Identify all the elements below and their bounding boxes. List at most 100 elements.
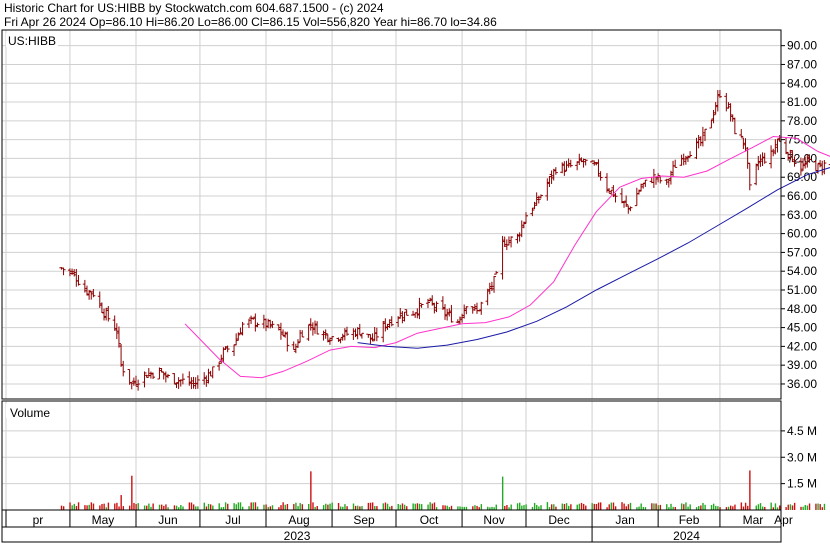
axis-frame: [1, 509, 782, 543]
volume-bar: [621, 502, 623, 510]
volume-bar: [710, 504, 713, 510]
volume-bar: [337, 503, 340, 510]
price-tick-label: 63.00: [787, 208, 817, 222]
volume-bar: [118, 506, 120, 510]
volume-bar: [143, 505, 146, 510]
month-tick-label: Jun: [158, 513, 177, 527]
volume-bar: [480, 504, 483, 510]
volume-bar: [608, 504, 610, 510]
volume-bar: [412, 503, 414, 510]
price-tick-label: 81.00: [787, 95, 817, 109]
volume-bar: [815, 503, 817, 510]
volume-tick-label: 4.5 M: [787, 424, 817, 438]
volume-bar: [683, 504, 685, 510]
volume-bar: [271, 505, 274, 510]
volume-bar: [192, 504, 195, 510]
volume-bar: [504, 505, 506, 510]
volume-bar: [823, 503, 826, 510]
volume-bar: [429, 502, 431, 510]
volume-bar: [787, 504, 789, 510]
volume-bar: [75, 506, 78, 510]
volume-bar: [444, 505, 446, 510]
volume-bar: [227, 503, 229, 510]
price-tick-label: 60.00: [787, 227, 817, 241]
volume-bar: [808, 503, 811, 510]
volume-bar: [747, 505, 749, 510]
volume-bar: [250, 502, 252, 510]
month-tick-label: Aug: [288, 513, 309, 527]
volume-bar: [755, 505, 757, 510]
volume-bar: [740, 502, 743, 510]
volume-bar: [354, 505, 357, 510]
volume-bar: [459, 506, 461, 510]
volume-bar: [521, 505, 523, 510]
volume-bar: [536, 504, 538, 510]
volume-bar: [308, 503, 310, 510]
volume-bar: [742, 506, 745, 510]
volume-bar: [325, 503, 327, 510]
volume-bar: [188, 502, 191, 510]
volume-bar: [685, 502, 687, 510]
volume-bar: [770, 502, 772, 510]
volume-bar: [578, 503, 581, 510]
volume-bar: [546, 502, 549, 510]
volume-bar: [293, 504, 295, 510]
volume-bar: [510, 504, 512, 510]
volume-bar: [659, 504, 662, 510]
price-tick-label: 84.00: [787, 76, 817, 90]
volume-bar: [712, 503, 715, 510]
volume-bar: [265, 504, 267, 510]
volume-bar: [614, 506, 617, 510]
volume-bar: [331, 502, 333, 510]
volume-bar: [382, 503, 385, 510]
volume-bar: [339, 506, 342, 510]
volume-bar: [582, 503, 585, 510]
volume-bar: [239, 502, 242, 510]
volume-bar: [680, 503, 683, 510]
volume-bar: [406, 506, 408, 510]
volume-bar: [120, 495, 122, 510]
volume-bar: [86, 505, 88, 510]
volume-bar: [653, 503, 655, 510]
volume-bar: [88, 504, 90, 510]
volume-bar: [533, 502, 536, 510]
volume-bar: [212, 505, 214, 510]
volume-bar: [131, 475, 133, 510]
volume-bar: [757, 504, 760, 510]
volume-bar: [359, 506, 361, 510]
volume-bar: [793, 502, 796, 510]
volume-bar: [203, 502, 205, 510]
volume-bar: [401, 503, 404, 510]
volume-bar: [152, 503, 154, 510]
price-tick-label: 36.00: [787, 377, 817, 391]
volume-bar: [197, 506, 199, 510]
volume-bar: [133, 502, 135, 510]
volume-bar: [749, 470, 751, 510]
volume-tick-label: 1.5 M: [787, 477, 817, 491]
volume-bar: [523, 505, 525, 510]
volume-bar: [576, 504, 578, 510]
volume-bar: [173, 505, 176, 510]
month-tick-label: pr: [33, 513, 44, 527]
volume-bar: [806, 505, 809, 510]
volume-panel-bg: [2, 401, 781, 510]
volume-bar: [73, 503, 75, 510]
volume-bar: [651, 503, 653, 510]
volume-bar: [297, 506, 299, 510]
month-tick-label: Sep: [353, 513, 375, 527]
volume-bar: [525, 504, 527, 510]
volume-bar: [476, 505, 478, 510]
volume-bar: [472, 506, 474, 510]
volume-bar: [312, 502, 314, 510]
month-tick-label: Mar: [743, 513, 764, 527]
volume-bar: [791, 505, 794, 510]
volume-bar: [700, 505, 702, 510]
price-tick-label: 87.00: [787, 57, 817, 71]
volume-bar: [800, 506, 802, 510]
volume-bar: [744, 502, 747, 510]
volume-bar: [418, 503, 421, 510]
volume-bar: [237, 502, 240, 510]
volume-bar: [704, 504, 706, 510]
volume-bar: [715, 505, 717, 510]
volume-bar: [734, 504, 736, 510]
